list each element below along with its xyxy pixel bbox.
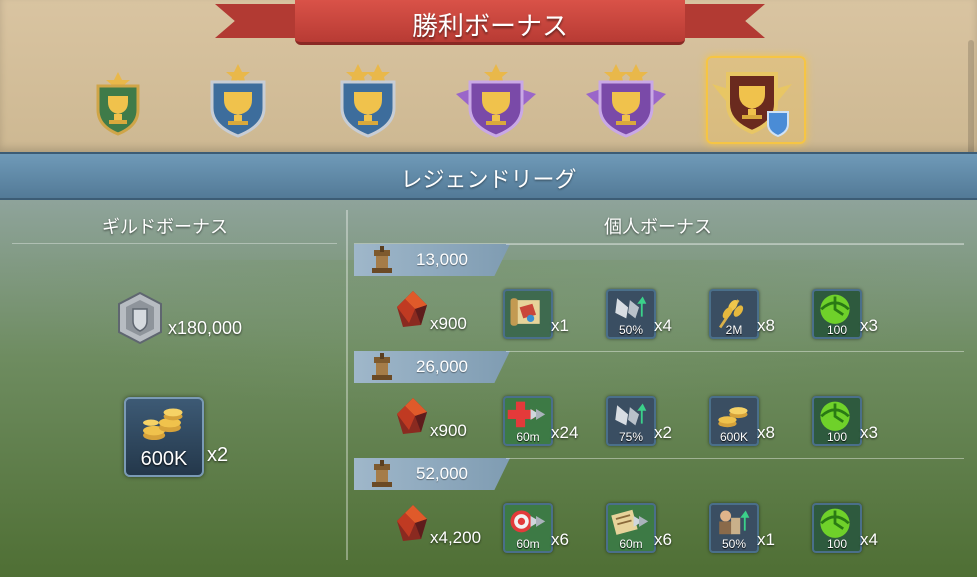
tier-row-1: 13,000 — [354, 244, 510, 276]
tower-icon — [372, 460, 392, 487]
gem-qty: x900 — [430, 314, 467, 333]
tier-threshold: 26,000 — [416, 357, 468, 376]
guild-bonus-header: ギルドボーナス — [102, 217, 228, 237]
item-qty: x4 — [654, 316, 672, 335]
item-overlay: 50% — [618, 323, 644, 337]
title-ribbon: 勝利ボーナス — [215, 0, 765, 45]
tier-row-2: 26,000 — [354, 351, 510, 383]
divider — [12, 243, 337, 244]
guild-coin-qty: x180,000 — [168, 318, 243, 338]
guild-coin-icon — [118, 292, 162, 344]
item-qty: x8 — [757, 316, 775, 335]
item-qty: x3 — [860, 316, 878, 335]
healing-speedup-item[interactable]: 60m — [503, 396, 553, 446]
item-overlay: 600K — [719, 430, 749, 444]
speedup-item[interactable]: 100 — [812, 289, 862, 339]
scroll-map-item[interactable] — [503, 289, 553, 339]
gem-icon — [397, 398, 427, 434]
league-name: レジェンドリーグ — [400, 167, 577, 192]
gold-pile-item[interactable]: 600K — [124, 397, 204, 477]
item-overlay: 75% — [618, 430, 644, 444]
gem-icon — [397, 291, 427, 327]
item-qty: x6 — [551, 530, 569, 549]
worker-boost-item[interactable]: 50% — [709, 503, 759, 553]
badge-purple-2star[interactable] — [586, 60, 666, 140]
trophy-shield-icon — [340, 64, 396, 138]
troop-boost-item[interactable]: 75% — [606, 396, 656, 446]
badge-blue-1star[interactable] — [198, 60, 278, 140]
research-speedup-item[interactable]: 60m — [606, 503, 656, 553]
tower-icon — [372, 246, 392, 273]
divider — [506, 351, 964, 352]
column-divider — [346, 210, 348, 560]
speedup-item[interactable]: 100 — [812, 396, 862, 446]
gem-qty: x900 — [430, 421, 467, 440]
item-overlay: 2M — [725, 323, 743, 337]
divider — [506, 458, 964, 459]
troop-boost-item[interactable]: 50% — [606, 289, 656, 339]
item-qty: x2 — [654, 423, 672, 442]
trophy-shield-icon — [586, 64, 666, 138]
item-overlay: 100 — [826, 537, 848, 551]
grain-item[interactable]: 2M — [709, 289, 759, 339]
target-speedup-item[interactable]: 60m — [503, 503, 553, 553]
personal-bonus-header: 個人ボーナス — [604, 217, 712, 237]
item-overlay: 60m — [516, 430, 540, 444]
league-bar: レジェンドリーグ — [0, 152, 977, 200]
item-overlay: 100 — [826, 323, 848, 337]
item-qty: x1 — [551, 316, 569, 335]
item-overlay: 60m — [516, 537, 540, 551]
item-qty: x24 — [551, 423, 579, 442]
item-qty: x8 — [757, 423, 775, 442]
item-overlay: 50% — [721, 537, 747, 551]
speedup-item[interactable]: 100 — [812, 503, 862, 553]
tower-icon — [372, 353, 392, 380]
trophy-shield-icon — [712, 72, 792, 138]
trophy-shield-icon — [210, 64, 266, 138]
trophy-shield-icon — [96, 72, 140, 136]
gold-item[interactable]: 600K — [709, 396, 759, 446]
badge-blue-2star[interactable] — [328, 60, 408, 140]
item-overlay: 100 — [826, 430, 848, 444]
gold-amount: 600K — [140, 448, 188, 470]
gold-pile-qty: x2 — [207, 444, 229, 466]
item-overlay: 60m — [619, 537, 643, 551]
tier-row-3: 52,000 — [354, 458, 510, 490]
item-qty: x6 — [654, 530, 672, 549]
scroll-map-icon — [510, 298, 540, 326]
badge-green-1star[interactable] — [78, 60, 158, 140]
page-title: 勝利ボーナス — [411, 11, 568, 41]
item-qty: x3 — [860, 423, 878, 442]
item-qty: x1 — [757, 530, 775, 549]
tier-threshold: 13,000 — [416, 250, 468, 269]
tier-threshold: 52,000 — [416, 464, 468, 483]
badge-legend[interactable] — [706, 56, 806, 144]
item-qty: x4 — [860, 530, 878, 549]
gem-icon — [397, 505, 427, 541]
gem-qty: x4,200 — [430, 528, 482, 547]
badge-purple-1star[interactable] — [456, 60, 536, 140]
trophy-shield-icon — [456, 64, 536, 138]
divider — [506, 244, 964, 245]
